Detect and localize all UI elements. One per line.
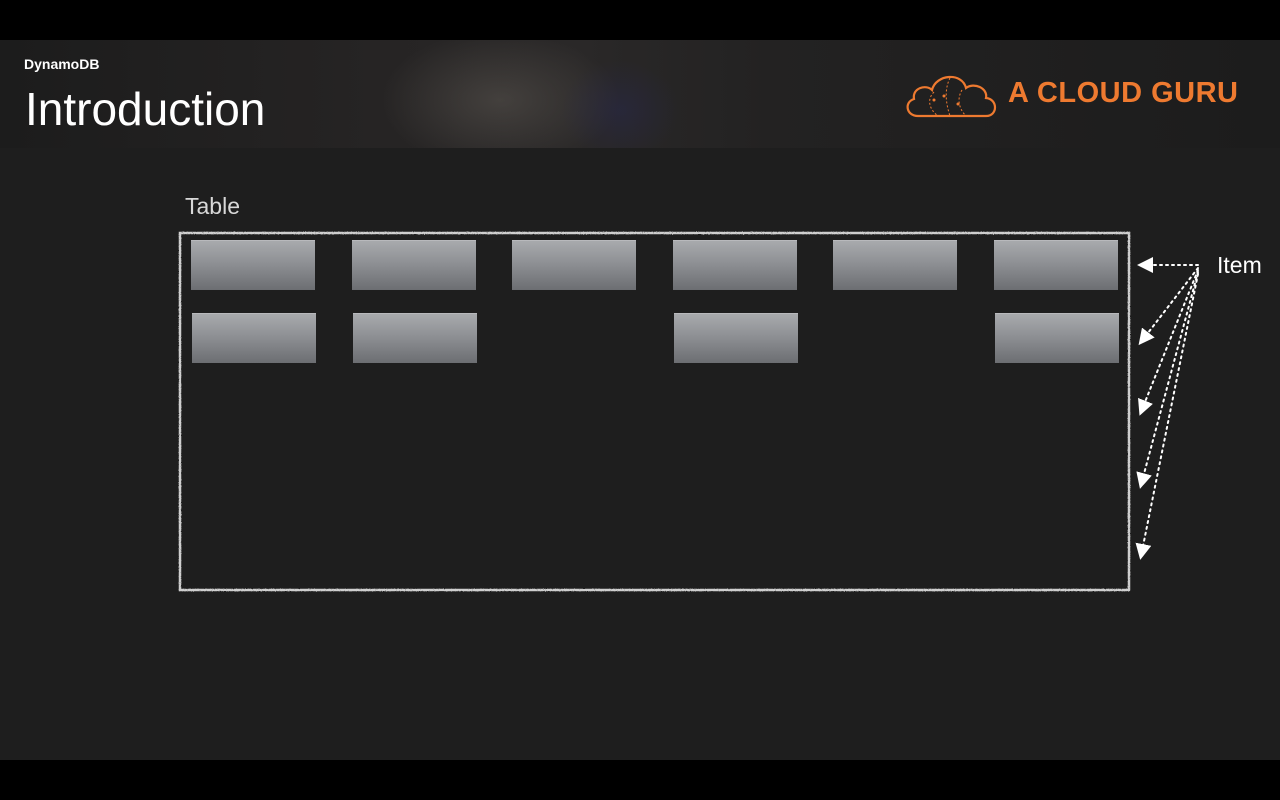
attribute-box: [674, 313, 798, 363]
table-diagram: [178, 231, 1199, 592]
item-arrow: [1138, 267, 1199, 346]
letterbox-top: [0, 0, 1280, 40]
letterbox-bottom: [0, 760, 1280, 800]
attribute-box: [192, 313, 316, 363]
table-outline: [178, 231, 1131, 592]
item-arrow: [1138, 269, 1199, 416]
item-arrow: [1136, 271, 1199, 489]
attribute-box: [833, 240, 957, 290]
attribute-box: [352, 240, 476, 290]
attribute-box: [673, 240, 797, 290]
attribute-box: [353, 313, 477, 363]
attribute-box: [512, 240, 636, 290]
item-arrow: [1135, 273, 1199, 560]
item-arrows: [1135, 257, 1199, 560]
attribute-box: [995, 313, 1119, 363]
attribute-box: [191, 240, 315, 290]
slide: DynamoDB Introduction A CLOUD GURU Table…: [0, 40, 1280, 760]
attribute-box: [994, 240, 1118, 290]
